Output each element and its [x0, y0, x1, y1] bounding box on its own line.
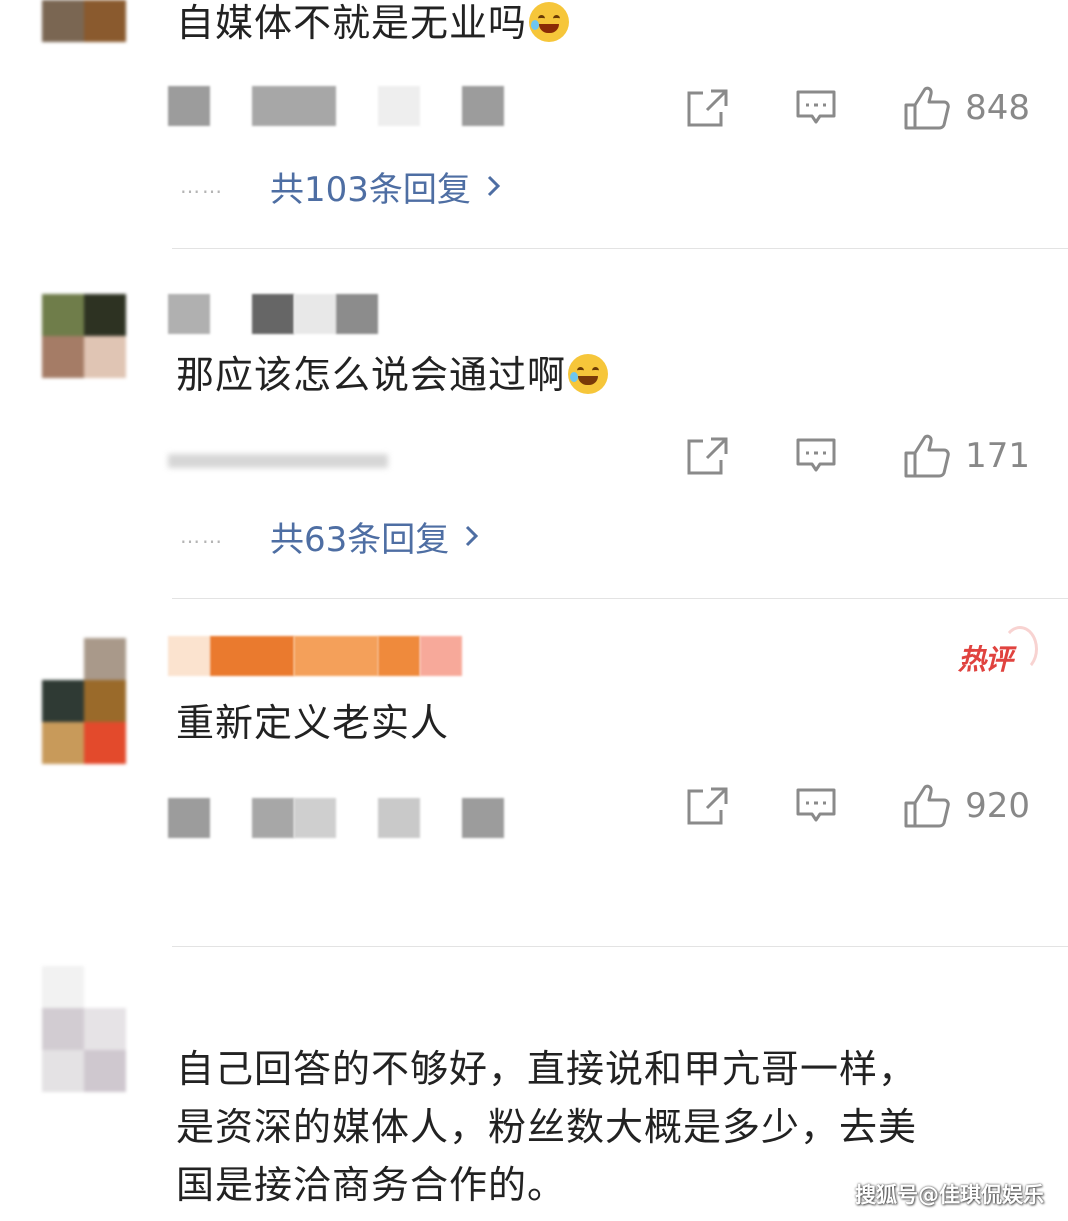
comment-actions: 171: [685, 432, 1030, 480]
comment-text-line-2: 是资深的媒体人，粉丝数大概是多少，去美: [176, 1105, 918, 1149]
share-icon: [687, 89, 728, 127]
share-button[interactable]: [685, 88, 729, 128]
comment-actions: 848: [685, 84, 1030, 132]
share-button[interactable]: [685, 786, 729, 826]
comment-icon: [796, 438, 836, 472]
comment-icon: [796, 788, 836, 822]
share-button[interactable]: [685, 436, 729, 476]
comment-text-line-1: 自己回答的不够好，直接说和甲亢哥一样，: [176, 1047, 918, 1091]
view-replies-link[interactable]: 共63条回复: [270, 512, 479, 561]
divider: [172, 946, 1068, 947]
like-count: 848: [965, 88, 1030, 128]
like-button[interactable]: 171: [903, 433, 1030, 479]
avatar[interactable]: [42, 638, 126, 764]
thumbs-up-icon: [904, 434, 950, 478]
like-count: 171: [965, 436, 1030, 476]
like-button[interactable]: 920: [903, 783, 1030, 829]
comment-3: 热评 重新定义老实人 920: [0, 626, 1068, 948]
comment-text: 自媒体不就是无业吗: [176, 0, 570, 52]
comment-text: 那应该怎么说会通过啊: [176, 346, 609, 404]
blurred-timestamp: [168, 86, 528, 126]
view-replies-link[interactable]: 共103条回复: [270, 162, 501, 211]
share-icon: [687, 787, 728, 825]
replies-row: …… 共63条回复: [180, 512, 479, 561]
comment-button[interactable]: [795, 786, 837, 826]
avatar[interactable]: [42, 0, 126, 42]
replies-row: …… 共103条回复: [180, 162, 501, 211]
hot-comment-badge: 热评: [958, 626, 1039, 678]
thumbs-up-icon: [904, 86, 950, 130]
replies-dots: ……: [180, 524, 224, 548]
avatar[interactable]: [42, 294, 126, 378]
thumbs-up-icon: [904, 784, 950, 828]
chevron-right-icon: [487, 175, 501, 197]
share-icon: [687, 437, 728, 475]
replies-label: 共103条回复: [270, 169, 471, 210]
crying-laugh-emoji-icon: [568, 354, 609, 394]
blurred-username: [168, 294, 408, 334]
replies-label: 共63条回复: [270, 519, 450, 560]
blurred-timestamp: [168, 798, 528, 838]
laughing-emoji-icon: [529, 2, 570, 42]
comment-icon: [796, 90, 836, 124]
blurred-timestamp: [168, 454, 388, 468]
divider: [172, 248, 1068, 249]
comment-actions: 920: [685, 782, 1030, 830]
avatar[interactable]: [42, 966, 126, 1092]
chevron-right-icon: [466, 525, 479, 547]
comment-2: 那应该怎么说会通过啊 171 …… 共63条回复: [0, 290, 1068, 600]
watermark: 搜狐号@佳琪侃娱乐: [855, 1183, 1044, 1207]
comment-text: 重新定义老实人: [176, 701, 450, 745]
comment-button[interactable]: [795, 436, 837, 476]
blurred-username: [168, 636, 468, 676]
comment-button[interactable]: [795, 88, 837, 128]
divider: [172, 598, 1068, 599]
like-count: 920: [965, 786, 1030, 826]
replies-dots: ……: [180, 174, 224, 198]
like-button[interactable]: 848: [903, 85, 1030, 131]
comment-text-line-3: 国是接洽商务合作的。: [176, 1163, 567, 1207]
comment-1: 自媒体不就是无业吗 848 …… 共103条回复: [0, 0, 1068, 250]
